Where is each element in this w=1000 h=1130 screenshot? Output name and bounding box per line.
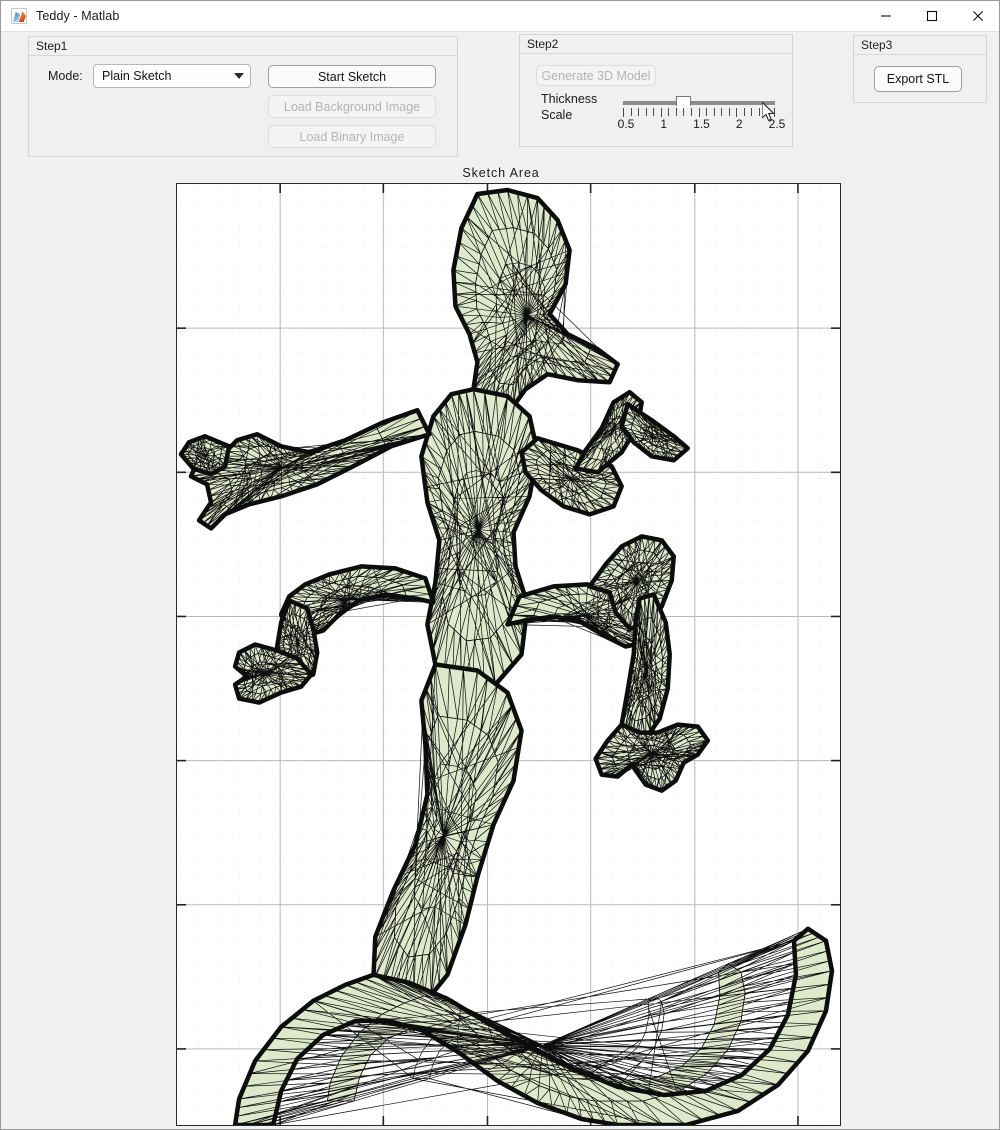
panel-step1-title: Step1 — [29, 37, 457, 56]
slider-ticks — [623, 108, 775, 117]
window-title: Teddy - Matlab — [36, 9, 120, 23]
thickness-scale-slider[interactable]: 0.5 1 1.5 2 2.5 — [618, 96, 785, 138]
title-bar: Teddy - Matlab — [1, 1, 999, 32]
maximize-icon[interactable] — [909, 1, 955, 32]
panel-step2-title: Step2 — [520, 35, 792, 54]
mode-dropdown-value: Plain Sketch — [102, 69, 172, 83]
thickness-label-line2: Scale — [541, 108, 573, 122]
slider-tick-labels: 0.5 1 1.5 2 2.5 — [611, 117, 787, 133]
minimize-icon[interactable] — [863, 1, 909, 32]
mode-label: Mode: — [48, 69, 83, 83]
mode-dropdown[interactable]: Plain Sketch — [93, 64, 251, 88]
slider-tick-label: 0.5 — [617, 117, 635, 131]
generate-3d-model-button[interactable]: Generate 3D Model — [536, 65, 656, 86]
window-controls — [863, 1, 999, 32]
slider-tick-label: 2.5 — [768, 117, 786, 131]
sketch-mesh-plot — [177, 184, 840, 1125]
slider-tick-label: 1.5 — [693, 117, 710, 131]
application-window: Teddy - Matlab Step1 Mode: Plain Sketch … — [0, 0, 1000, 1130]
load-background-image-button[interactable]: Load Background Image — [268, 95, 436, 118]
start-sketch-button[interactable]: Start Sketch — [268, 65, 436, 88]
slider-track[interactable] — [623, 101, 775, 105]
matlab-membrane-icon — [11, 8, 27, 24]
load-binary-image-button[interactable]: Load Binary Image — [268, 125, 436, 148]
thickness-label-line1: Thickness — [541, 92, 598, 106]
sketch-area-title: Sketch Area — [462, 166, 540, 180]
close-icon[interactable] — [955, 1, 999, 32]
slider-tick-label: 1 — [660, 117, 668, 131]
chevron-down-icon — [228, 65, 250, 87]
sketch-area-canvas[interactable] — [176, 183, 841, 1126]
slider-tick-label: 2 — [735, 117, 743, 131]
export-stl-button[interactable]: Export STL — [874, 66, 962, 92]
panel-step3-title: Step3 — [854, 36, 986, 55]
thickness-scale-label: Thickness Scale — [541, 91, 597, 123]
